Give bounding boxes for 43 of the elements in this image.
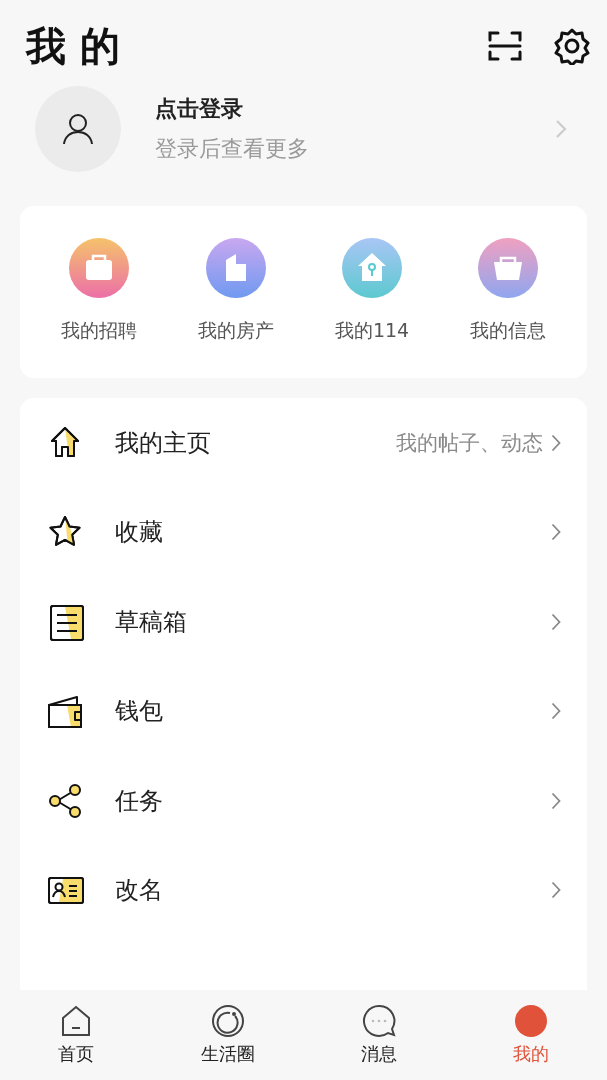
login-title: 点击登录 — [155, 95, 243, 123]
chat-bubble-icon — [362, 1004, 397, 1038]
chevron-icon — [551, 433, 561, 452]
shortcut-label: 我的114 — [334, 318, 410, 343]
menu-item[interactable]: 钱包 — [20, 666, 587, 756]
menu-item[interactable]: 任务 — [20, 756, 587, 846]
chevron-icon — [551, 791, 561, 810]
menu-label: 收藏 — [115, 517, 164, 549]
chevron-icon — [551, 612, 561, 631]
shortcut-item[interactable]: 我的招聘 — [60, 238, 137, 344]
menu-label: 任务 — [115, 785, 164, 817]
login-subtitle: 登录后查看更多 — [155, 135, 309, 163]
shortcut-label: 我的房产 — [197, 318, 274, 343]
nav-tab[interactable]: 消息 — [303, 990, 456, 1080]
building-icon — [205, 238, 266, 298]
menu-label: 钱包 — [115, 696, 164, 728]
menu-item[interactable]: 收藏 — [20, 487, 587, 577]
menu-item[interactable]: 草稿箱 — [20, 577, 587, 667]
menu-label: 草稿箱 — [115, 606, 188, 638]
shortcut-item[interactable]: 我的房产 — [197, 238, 274, 344]
nav-tab[interactable]: 首页 — [0, 990, 152, 1080]
shortcut-label: 我的信息 — [470, 318, 547, 343]
shortcut-item[interactable]: 我的信息 — [470, 238, 547, 344]
briefcase-icon — [68, 238, 129, 298]
chevron-icon — [551, 523, 561, 542]
nav-tab[interactable]: 生活圈 — [151, 990, 304, 1080]
shortcut-label: 我的招聘 — [60, 318, 137, 343]
shortcut-item[interactable]: 我的114 — [334, 238, 410, 344]
menu-label: 改名 — [115, 875, 164, 907]
menu-hint: 我的帖子、动态 — [396, 429, 543, 457]
settings-icon[interactable] — [553, 27, 591, 65]
house-key-icon — [342, 238, 403, 298]
circle-icon — [210, 1004, 245, 1038]
menu-item[interactable]: 改名 — [20, 845, 587, 935]
chevron-icon — [555, 119, 567, 139]
nav-tab[interactable]: 我的 — [455, 990, 607, 1080]
menu-item[interactable]: 我的主页 我的帖子、动态 — [20, 398, 587, 488]
chevron-icon — [551, 702, 561, 721]
login-row[interactable]: 点击登录 登录后查看更多 — [0, 74, 607, 174]
page-title: 我 的 — [26, 21, 120, 71]
menu-label: 我的主页 — [115, 427, 212, 459]
chevron-icon — [551, 881, 561, 900]
basket-icon — [478, 238, 539, 298]
